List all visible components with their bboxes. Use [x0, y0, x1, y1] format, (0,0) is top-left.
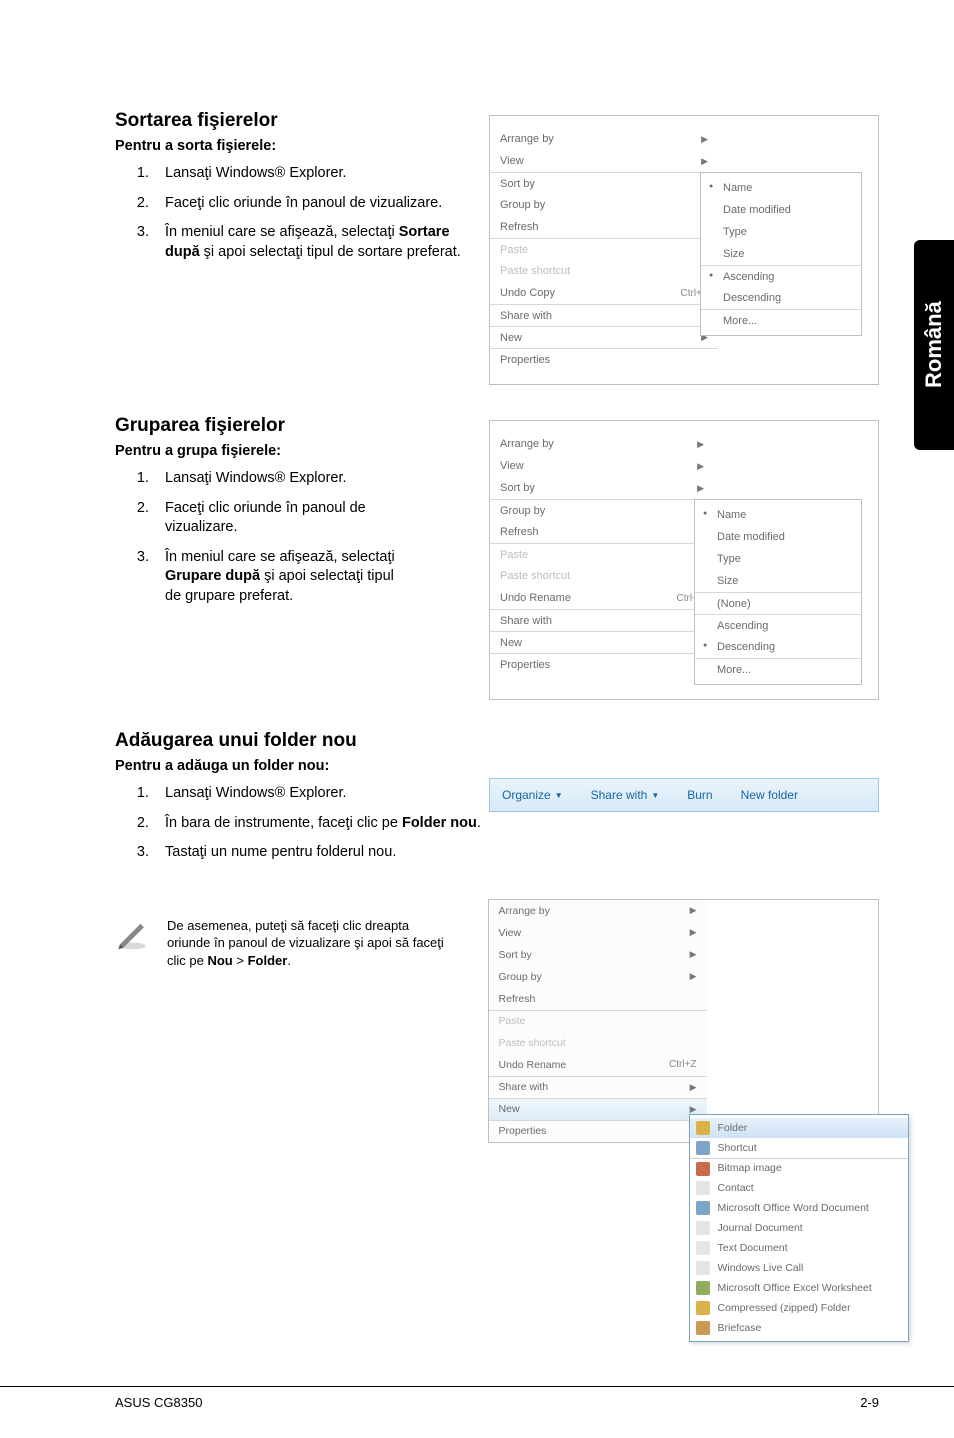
- menu-arrange-by[interactable]: Arrange by▶: [490, 128, 718, 150]
- submenu-shortcut[interactable]: Shortcut: [690, 1138, 908, 1158]
- menu-paste-shortcut: Paste shortcut: [490, 565, 714, 587]
- submenu-ascending[interactable]: Ascending: [701, 265, 861, 287]
- menu-paste-shortcut: Paste shortcut: [489, 1032, 707, 1054]
- menu-new[interactable]: New▶: [489, 1098, 707, 1120]
- sort-step-3: În meniul care se afişează, selectaţi So…: [153, 223, 465, 262]
- menu-properties[interactable]: Properties: [490, 348, 718, 370]
- menu-refresh[interactable]: Refresh: [490, 216, 718, 238]
- submenu-date[interactable]: Date modified: [695, 526, 861, 548]
- submenu-name[interactable]: Name: [701, 177, 861, 199]
- sort-subtitle: Pentru a sorta fişierele:: [115, 138, 465, 154]
- menu-view[interactable]: View▶: [490, 150, 718, 172]
- submenu-folder[interactable]: Folder: [690, 1118, 908, 1138]
- menu-sort-by[interactable]: Sort by▶: [490, 172, 718, 194]
- footer-left: ASUS CG8350: [115, 1395, 202, 1410]
- menu-group-by[interactable]: Group by▶: [490, 194, 718, 216]
- menu-group-by[interactable]: Group by▶: [489, 966, 707, 988]
- menu-refresh[interactable]: Refresh: [490, 521, 714, 543]
- menu-arrange-by[interactable]: Arrange by▶: [490, 433, 714, 455]
- menu-view[interactable]: View▶: [489, 922, 707, 944]
- menu-paste: Paste: [489, 1010, 707, 1032]
- menu-undo[interactable]: Undo RenameCtrl+Z: [490, 587, 714, 609]
- menu-share-with[interactable]: Share with▶: [489, 1076, 707, 1098]
- submenu-bitmap[interactable]: Bitmap image: [690, 1158, 908, 1178]
- menu-paste-shortcut: Paste shortcut: [490, 260, 718, 282]
- page-footer: ASUS CG8350 2-9: [0, 1386, 954, 1410]
- submenu-livecall[interactable]: Windows Live Call: [690, 1258, 908, 1278]
- submenu-type[interactable]: Type: [701, 221, 861, 243]
- group-step-1: Lansaţi Windows® Explorer.: [153, 469, 405, 489]
- toolbar-burn[interactable]: Burn: [687, 788, 712, 802]
- submenu-text[interactable]: Text Document: [690, 1238, 908, 1258]
- group-submenu: Name Date modified Type Size (None) Asce…: [694, 499, 862, 685]
- menu-view[interactable]: View▶: [490, 455, 714, 477]
- pencil-icon: [115, 917, 149, 956]
- menu-new[interactable]: New▶: [490, 326, 718, 348]
- submenu-size[interactable]: Size: [701, 243, 861, 265]
- menu-properties[interactable]: Properties: [490, 653, 714, 675]
- new-context-menu: Arrange by▶ View▶ Sort by▶ Group by▶ Ref…: [488, 899, 879, 1143]
- menu-share-with[interactable]: Share with▶: [490, 304, 718, 326]
- menu-properties[interactable]: Properties: [489, 1120, 707, 1142]
- menu-undo[interactable]: Undo CopyCtrl+Z: [490, 282, 718, 304]
- submenu-excel[interactable]: Microsoft Office Excel Worksheet: [690, 1278, 908, 1298]
- submenu-word[interactable]: Microsoft Office Word Document: [690, 1198, 908, 1218]
- submenu-journal[interactable]: Journal Document: [690, 1218, 908, 1238]
- menu-share-with[interactable]: Share with▶: [490, 609, 714, 631]
- menu-sort-by[interactable]: Sort by▶: [490, 477, 714, 499]
- submenu-contact[interactable]: Contact: [690, 1178, 908, 1198]
- menu-arrange-by[interactable]: Arrange by▶: [489, 900, 707, 922]
- toolbar-share-with[interactable]: Share with▼: [591, 788, 660, 802]
- submenu-ascending[interactable]: Ascending: [695, 614, 861, 636]
- sort-title: Sortarea fişierelor: [115, 110, 465, 132]
- group-step-3: În meniul care se afişează, selectaţi Gr…: [153, 548, 405, 607]
- tip-box: De asemenea, puteţi să faceţi clic dreap…: [115, 917, 455, 970]
- submenu-descending[interactable]: Descending: [701, 287, 861, 309]
- group-context-menu: Arrange by▶ View▶ Sort by▶ Group by▶ Ref…: [489, 420, 879, 700]
- sort-step-2: Faceţi clic oriunde în panoul de vizuali…: [153, 194, 465, 214]
- group-subtitle: Pentru a grupa fişierele:: [115, 443, 405, 459]
- submenu-size[interactable]: Size: [695, 570, 861, 592]
- menu-paste: Paste: [490, 543, 714, 565]
- submenu-none[interactable]: (None): [695, 592, 861, 614]
- menu-undo[interactable]: Undo RenameCtrl+Z: [489, 1054, 707, 1076]
- newfolder-title: Adăugarea unui folder nou: [115, 730, 879, 752]
- footer-right: 2-9: [860, 1395, 879, 1410]
- group-title: Gruparea fişierelor: [115, 415, 405, 437]
- toolbar-organize[interactable]: Organize▼: [502, 788, 563, 802]
- menu-sort-by[interactable]: Sort by▶: [489, 944, 707, 966]
- submenu-more[interactable]: More...: [695, 658, 861, 680]
- newfolder-subtitle: Pentru a adăuga un folder nou:: [115, 758, 879, 774]
- submenu-date[interactable]: Date modified: [701, 199, 861, 221]
- sort-context-menu: Arrange by▶ View▶ Sort by▶ Group by▶ Ref…: [489, 115, 879, 385]
- sort-step-1: Lansaţi Windows® Explorer.: [153, 164, 465, 184]
- sort-submenu: Name Date modified Type Size Ascending D…: [700, 172, 862, 336]
- menu-new[interactable]: New▶: [490, 631, 714, 653]
- menu-paste: Paste: [490, 238, 718, 260]
- explorer-toolbar: Organize▼ Share with▼ Burn New folder: [489, 778, 879, 812]
- toolbar-new-folder[interactable]: New folder: [741, 788, 798, 802]
- newfolder-step-2: În bara de instrumente, faceţi clic pe F…: [153, 814, 879, 834]
- submenu-descending[interactable]: Descending: [695, 636, 861, 658]
- submenu-name[interactable]: Name: [695, 504, 861, 526]
- submenu-zip[interactable]: Compressed (zipped) Folder: [690, 1298, 908, 1318]
- new-submenu: Folder Shortcut Bitmap image Contact Mic…: [689, 1114, 909, 1342]
- newfolder-step-3: Tastaţi un nume pentru folderul nou.: [153, 843, 879, 863]
- submenu-type[interactable]: Type: [695, 548, 861, 570]
- submenu-briefcase[interactable]: Briefcase: [690, 1318, 908, 1338]
- group-step-2: Faceţi clic oriunde în panoul de vizuali…: [153, 499, 405, 538]
- menu-group-by[interactable]: Group by▶: [490, 499, 714, 521]
- submenu-more[interactable]: More...: [701, 309, 861, 331]
- menu-refresh[interactable]: Refresh: [489, 988, 707, 1010]
